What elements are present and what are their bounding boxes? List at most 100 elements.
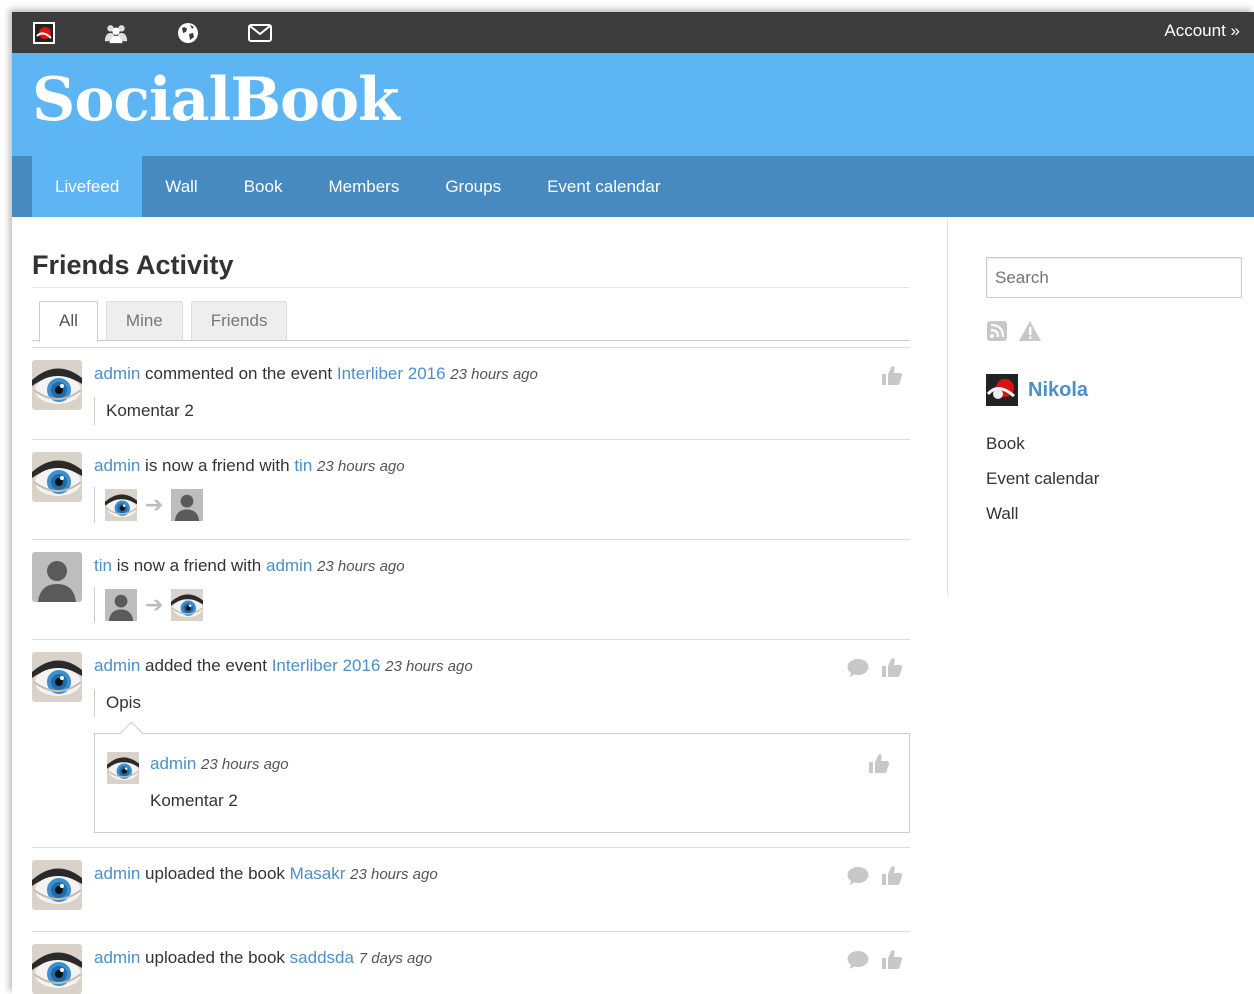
thumbs-up-icon[interactable] [880,656,904,680]
thumbs-up-icon[interactable] [880,364,904,388]
timestamp: 23 hours ago [385,658,473,675]
rss-icon[interactable] [986,320,1008,342]
friendship-graphic: ➔ [94,587,910,623]
feed-item: tin is now a friend with admin 23 hours … [32,540,910,640]
feed-item-actions [846,656,904,680]
brand-logo-text[interactable]: SocialBook [32,53,1254,147]
actor-link[interactable]: admin [94,864,140,883]
sidebar-link-event-calendar[interactable]: Event calendar [986,469,1242,489]
comment-icon[interactable] [846,864,870,888]
arrow-right-icon: ➔ [145,592,164,617]
feed-item-body: Opis [94,689,910,717]
friendship-graphic: ➔ [94,487,910,523]
friend-avatar-from[interactable] [105,489,137,521]
thumbs-up-icon[interactable] [880,864,904,888]
timestamp: 23 hours ago [317,558,405,575]
avatar[interactable] [32,944,82,994]
members-icon[interactable] [104,21,128,45]
action-text: uploaded the book [140,864,290,883]
activity-feed: admin commented on the event Interliber … [32,347,910,994]
sidebar-icons [986,320,1242,342]
target-link[interactable]: admin [266,556,312,575]
action-text: added the event [140,656,272,675]
thumbs-up-icon[interactable] [880,948,904,972]
target-link[interactable]: Interliber 2016 [272,656,381,675]
friend-avatar-from[interactable] [105,589,137,621]
user-avatar[interactable] [986,374,1018,406]
nav-item-groups[interactable]: Groups [422,156,524,217]
timestamp: 23 hours ago [450,366,538,383]
feed-item-actions [846,864,904,888]
action-text: is now a friend with [111,556,266,575]
sidebar-divider [947,217,948,595]
tab-friends[interactable]: Friends [190,301,288,340]
comment-text: Komentar 2 [150,791,238,810]
sidebar-link-wall[interactable]: Wall [986,504,1242,524]
action-text: uploaded the book [140,948,290,967]
feed-item-actions [880,364,904,388]
app-window: Account » SocialBook Livefeed Wall Book … [12,12,1254,994]
arrow-right-icon: ➔ [145,492,164,517]
avatar[interactable] [32,360,82,410]
feed-item-text: admin uploaded the book saddsda 7 days a… [94,946,910,971]
feed-item-text: admin added the event Interliber 2016 23… [94,654,910,679]
actor-link[interactable]: admin [94,656,140,675]
user-name-link[interactable]: Nikola [1028,379,1088,402]
avatar[interactable] [32,552,82,602]
feed-item: admin uploaded the book Masakr 23 hours … [32,848,910,932]
feed-item: admin added the event Interliber 2016 23… [32,640,910,848]
nav-item-event-calendar[interactable]: Event calendar [524,156,683,217]
timestamp: 7 days ago [358,950,433,967]
tab-mine[interactable]: Mine [105,301,183,340]
top-bar: Account » [12,12,1254,53]
globe-icon[interactable] [176,21,200,45]
feed-item: admin uploaded the book saddsda 7 days a… [32,932,910,994]
comment-icon[interactable] [846,948,870,972]
activity-tabs: All Mine Friends [32,301,910,342]
warning-icon[interactable] [1018,320,1042,342]
friend-avatar-to[interactable] [171,489,203,521]
account-menu[interactable]: Account » [1164,21,1240,41]
sidebar-link-book[interactable]: Book [986,434,1242,454]
search-input[interactable] [986,257,1242,298]
current-user: Nikola [986,374,1242,406]
feed-item-text: admin commented on the event Interliber … [94,362,910,387]
avatar[interactable] [32,452,82,502]
mail-icon[interactable] [248,21,272,45]
avatar[interactable] [32,860,82,910]
comment-timestamp: 23 hours ago [201,756,289,773]
nav-item-book[interactable]: Book [221,156,306,217]
site-logo-icon[interactable] [32,21,56,45]
actor-link[interactable]: admin [94,364,140,383]
action-text: is now a friend with [140,456,295,475]
feed-item: admin commented on the event Interliber … [32,348,910,440]
nav-item-wall[interactable]: Wall [142,156,220,217]
comment-icon[interactable] [846,656,870,680]
tab-all[interactable]: All [39,301,98,342]
page-title: Friends Activity [32,250,910,288]
nav-item-livefeed[interactable]: Livefeed [32,156,143,217]
feed-item-text: admin is now a friend with tin 23 hours … [94,454,910,479]
user-links: Book Event calendar Wall [986,434,1242,524]
comment: admin 23 hours ago Komentar 2 [94,733,910,833]
target-link[interactable]: tin [294,456,312,475]
actor-link[interactable]: tin [94,556,112,575]
comment-header: admin 23 hours ago [150,752,853,777]
actor-link[interactable]: admin [94,948,140,967]
thumbs-up-icon[interactable] [867,752,891,776]
actor-link[interactable]: admin [94,456,140,475]
comment-actions [867,752,891,776]
target-link[interactable]: saddsda [290,948,354,967]
target-link[interactable]: Masakr [290,864,346,883]
comment-author-link[interactable]: admin [150,754,196,773]
friend-avatar-to[interactable] [171,589,203,621]
comment-avatar[interactable] [107,752,139,784]
main-content: Friends Activity All Mine Friends admin … [32,217,910,994]
action-text: commented on the event [140,364,337,383]
timestamp: 23 hours ago [317,458,405,475]
avatar[interactable] [32,652,82,702]
feed-item-text: tin is now a friend with admin 23 hours … [94,554,910,579]
feed-item-body: Komentar 2 [94,397,910,425]
nav-item-members[interactable]: Members [305,156,422,217]
target-link[interactable]: Interliber 2016 [337,364,446,383]
